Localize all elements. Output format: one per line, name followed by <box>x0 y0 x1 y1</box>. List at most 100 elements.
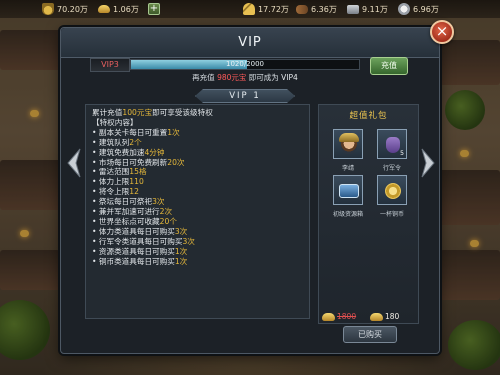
hint-suffix: 即可成为 <box>248 73 279 82</box>
privilege-text: 【特权内容】 <box>92 117 138 127</box>
gift-pack-panel: 超值礼包 李靖 5 行军令 初级资源箱 一杯铜币 <box>318 104 419 324</box>
privilege-line: • 副本关卡每日可重置1次 <box>92 128 303 138</box>
privilege-value: 1次 <box>167 127 180 137</box>
hint-amount: 980元宝 <box>217 73 247 82</box>
current-vip-level: VIP3 <box>90 58 130 72</box>
privilege-text: • 体力类道具每日可购买 <box>92 226 175 236</box>
privilege-text: • 祭坛每日可祭祀 <box>92 197 153 207</box>
prev-level-arrow[interactable] <box>66 148 82 178</box>
resource-iron: 9.11万 <box>347 2 388 16</box>
vip-progress-bar: 1020/2000 <box>130 59 360 70</box>
privilege-value: 3次 <box>182 236 195 246</box>
privilege-value: 110 <box>129 177 144 187</box>
vip-progress-row: VIP3 1020/2000 再充值 980元宝 即可成为 VIP4 充值 <box>90 55 415 89</box>
gold-ingot-icon <box>370 313 383 321</box>
original-price: 1800 <box>322 311 356 323</box>
privilege-list: 累计充值100元宝即可享受该级特权 【特权内容】 • 副本关卡每日可重置1次 • 建筑… <box>85 104 310 319</box>
privilege-text: • 建筑队列 <box>92 137 130 147</box>
privilege-value: 4分钟 <box>144 147 165 157</box>
current-price-value: 180 <box>385 312 400 321</box>
privilege-text: • 资源类道具每日可购买 <box>92 246 175 256</box>
resource-silver-value: 6.96万 <box>413 4 439 14</box>
privilege-text: 累计充值 <box>92 108 123 117</box>
privilege-line: • 体力上限110 <box>92 177 303 187</box>
resource-wheat-value: 17.72万 <box>258 4 289 14</box>
tab-vip-level[interactable]: VIP 1 <box>195 89 295 103</box>
original-price-value: 1800 <box>337 312 357 321</box>
current-price: 180 <box>370 311 399 323</box>
recharge-button[interactable]: 充值 <box>370 57 408 75</box>
privilege-value: 20次 <box>167 157 185 167</box>
gift-price-row: 1800 180 <box>322 311 418 323</box>
privilege-text: • 兼并军加速可进行 <box>92 207 160 217</box>
chevron-right-icon[interactable] <box>420 148 436 178</box>
resource-bar: 70.20万 1.06万 + 17.72万 6.36万 9.11万 6.96万 <box>0 0 500 18</box>
iron-icon <box>347 4 359 14</box>
resource-silver: 6.96万 <box>398 2 439 16</box>
privilege-text: • 建筑免费加速 <box>92 147 145 157</box>
privilege-value: 3次 <box>152 197 165 207</box>
resource-ingot-value: 1.06万 <box>113 4 139 14</box>
gift-item-general[interactable] <box>333 129 363 159</box>
privilege-value: 3次 <box>174 226 188 236</box>
privilege-value: 1次 <box>174 256 188 266</box>
hint-next-level: VIP4 <box>281 73 298 82</box>
next-level-arrow[interactable] <box>420 148 436 178</box>
gift-label-resource-chest: 初级资源箱 <box>332 211 363 218</box>
privilege-value: 12 <box>129 187 139 197</box>
gift-item-march-order[interactable]: 5 <box>377 129 407 159</box>
privilege-value: 20个 <box>159 216 177 226</box>
privilege-line: • 世界坐标点可收藏20个 <box>92 217 303 227</box>
march-order-icon <box>386 137 400 153</box>
recharge-hint: 再充值 980元宝 即可成为 VIP4 <box>130 72 360 83</box>
resource-chest-icon <box>339 184 359 198</box>
close-button[interactable]: × <box>430 20 454 44</box>
privilege-text: • 雷达范围 <box>92 167 130 177</box>
privilege-text: • 行军令类道具每日可购买 <box>92 236 183 246</box>
privilege-line: • 雷达范围15格 <box>92 167 303 177</box>
gift-item-copper-coin[interactable] <box>377 175 407 205</box>
copper-coin-icon <box>385 183 401 199</box>
chevron-left-icon[interactable] <box>66 148 82 178</box>
privilege-line: • 建筑免费加速4分钟 <box>92 148 303 158</box>
privilege-line: • 体力类道具每日可购买3次 <box>92 227 303 237</box>
panel-header: VIP <box>61 28 439 58</box>
resource-wood-value: 6.36万 <box>311 4 337 14</box>
purchased-button[interactable]: 已购买 <box>343 326 397 343</box>
gold-ingot-icon <box>322 313 335 321</box>
privilege-line: • 铜币类道具每日可购买1次 <box>92 257 303 267</box>
privilege-text: • 世界坐标点可收藏 <box>92 216 160 226</box>
resource-food: 70.20万 <box>42 2 88 16</box>
gift-item-resource-chest[interactable] <box>333 175 363 205</box>
gift-label-general: 李靖 <box>341 165 354 172</box>
gift-label-copper-coin: 一杯铜币 <box>379 211 404 218</box>
food-icon <box>42 3 54 15</box>
privilege-text: • 副本关卡每日可重置 <box>92 127 168 137</box>
privilege-line: • 建筑队列2个 <box>92 138 303 148</box>
resource-food-value: 70.20万 <box>57 4 88 14</box>
privilege-line: • 将令上限12 <box>92 187 303 197</box>
gold-ingot-icon <box>98 5 110 13</box>
privilege-line: • 行军令类道具每日可购买3次 <box>92 237 303 247</box>
privilege-text: • 市场每日可免费刷新 <box>92 157 168 167</box>
resource-iron-value: 9.11万 <box>362 4 388 14</box>
privilege-line: • 市场每日可免费刷新20次 <box>92 158 303 168</box>
privilege-tail: 即可享受该级特权 <box>152 108 213 117</box>
privilege-text: • 体力上限 <box>92 177 130 187</box>
privilege-line: • 资源类道具每日可购买1次 <box>92 247 303 257</box>
gift-pack-title: 超值礼包 <box>349 111 388 121</box>
plus-icon[interactable]: + <box>148 3 160 15</box>
add-currency-button[interactable]: + <box>148 2 163 16</box>
privilege-text: • 将令上限 <box>92 187 130 197</box>
privilege-text: • 铜币类道具每日可购买 <box>92 256 175 266</box>
privilege-line: • 兼并军加速可进行2次 <box>92 207 303 217</box>
hint-prefix: 再充值 <box>192 73 215 82</box>
gift-count-march-order: 5 <box>400 150 404 157</box>
resource-wood: 6.36万 <box>296 2 337 16</box>
gift-label-march-order: 行军令 <box>382 165 401 172</box>
vip-progress-text: 1020/2000 <box>226 60 264 68</box>
privilege-line: 【特权内容】 <box>92 118 303 128</box>
silver-icon <box>398 3 410 15</box>
resource-wheat: 17.72万 <box>243 2 289 16</box>
privilege-value: 2次 <box>159 207 173 217</box>
